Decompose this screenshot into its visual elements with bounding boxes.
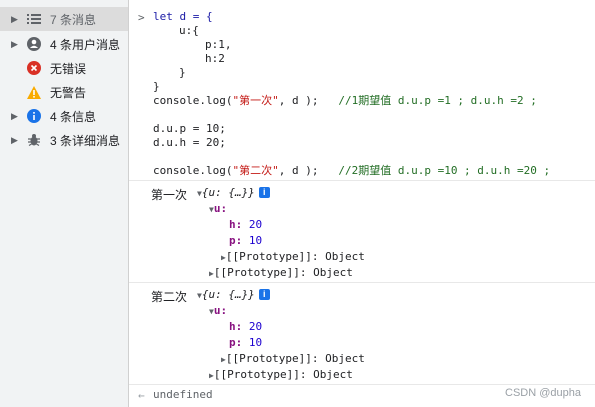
property-key: p: (229, 336, 243, 349)
info-icon (27, 109, 41, 123)
code-line: let d = { (153, 10, 213, 23)
code-line: d.u.h = 20; (153, 136, 226, 149)
error-icon (27, 61, 41, 75)
property-value: 10 (248, 234, 263, 247)
sidebar-item-label: 无警告 (50, 85, 87, 100)
object-preview[interactable]: ▼{u: {…}} i (197, 288, 270, 301)
list-icon (27, 12, 41, 26)
code-string: "第一次" (232, 94, 279, 107)
code-line: h:2 (205, 52, 225, 65)
prototype-row[interactable]: ▶[[Prototype]]: Object (209, 266, 353, 279)
property-key: h: (229, 320, 243, 333)
sidebar-item-label: 7 条消息 (50, 12, 97, 27)
code-line: console.log("第一次", d ); //1期望值 d.u.p =1 … (153, 94, 537, 108)
code-fn: console.log( (153, 164, 233, 177)
property-value: 20 (248, 218, 263, 231)
object-preview-text: {u: {…}} (201, 288, 255, 301)
prototype-text: [[Prototype]]: Object (213, 266, 353, 279)
prototype-row[interactable]: ▶[[Prototype]]: Object (221, 250, 365, 263)
chevron-right-icon: ▶ (11, 134, 18, 145)
prototype-text: [[Prototype]]: Object (213, 368, 353, 381)
code-line: } (179, 66, 186, 79)
sidebar-item-messages[interactable]: ▶ 7 条消息 (0, 7, 128, 31)
prototype-text: [[Prototype]]: Object (225, 352, 365, 365)
prototype-text: [[Prototype]]: Object (225, 250, 365, 263)
code-fn: console.log( (153, 94, 233, 107)
divider (129, 384, 595, 385)
code-line: u:{ (179, 24, 199, 37)
sidebar-item-verbose[interactable]: ▶ 3 条详细消息 (0, 128, 128, 152)
sidebar-item-label: 4 条信息 (50, 109, 97, 124)
return-value: undefined (153, 388, 213, 401)
user-icon (27, 37, 41, 51)
sidebar-item-label: 3 条详细消息 (50, 133, 121, 148)
object-property-u[interactable]: ▼u: (209, 304, 227, 317)
chevron-right-icon: ▶ (11, 13, 18, 24)
property-value: 10 (248, 336, 263, 349)
code-line: } (153, 80, 160, 93)
code-comment: //1期望值 d.u.p =1 ; d.u.h =2 ; (338, 94, 537, 107)
object-property-p: p: 10 (229, 234, 262, 247)
log-label: 第二次 (151, 290, 188, 304)
object-property-p: p: 10 (229, 336, 262, 349)
code-line: p:1, (205, 38, 232, 51)
sidebar-item-label: 无错误 (50, 61, 87, 76)
code-rest: , d ); (278, 164, 339, 177)
code-comment: //2期望值 d.u.p =10 ; d.u.h =20 ; (338, 164, 551, 177)
code-rest: , d ); (278, 94, 339, 107)
log-label: 第一次 (151, 188, 188, 202)
info-icon[interactable]: i (258, 187, 270, 198)
bug-icon (27, 133, 41, 147)
prototype-row[interactable]: ▶[[Prototype]]: Object (221, 352, 365, 365)
chevron-right-icon: ▶ (11, 38, 18, 49)
watermark: CSDN @dupha (505, 387, 581, 399)
prototype-row[interactable]: ▶[[Prototype]]: Object (209, 368, 353, 381)
prompt-chevron-icon: > (138, 11, 145, 24)
property-key: p: (229, 234, 243, 247)
object-preview[interactable]: ▼{u: {…}} i (197, 186, 270, 199)
sidebar-item-warnings[interactable]: 无警告 (0, 80, 128, 104)
property-key: h: (229, 218, 243, 231)
object-property-h: h: 20 (229, 320, 262, 333)
chevron-right-icon: ▶ (11, 110, 18, 121)
divider (129, 282, 595, 283)
info-icon[interactable]: i (258, 289, 270, 300)
console-sidebar: ▶ 7 条消息 ▶ 4 条用户消息 无错误 无警告 ▶ 4 条信息 ▶ 3 条详… (0, 0, 129, 407)
sidebar-item-info[interactable]: ▶ 4 条信息 (0, 104, 128, 128)
return-arrow-icon: ← (138, 389, 145, 402)
sidebar-item-errors[interactable]: 无错误 (0, 56, 128, 80)
sidebar-item-user-messages[interactable]: ▶ 4 条用户消息 (0, 32, 128, 56)
divider (129, 180, 595, 181)
object-property-u[interactable]: ▼u: (209, 202, 227, 215)
object-preview-text: {u: {…}} (201, 186, 255, 199)
code-line: d.u.p = 10; (153, 122, 226, 135)
sidebar-item-label: 4 条用户消息 (50, 37, 121, 52)
object-property-h: h: 20 (229, 218, 262, 231)
warning-icon (27, 85, 41, 99)
property-key: u: (213, 202, 228, 215)
property-value: 20 (248, 320, 263, 333)
code-line: console.log("第二次", d ); //2期望值 d.u.p =10… (153, 164, 550, 178)
console-panel: > let d = { u:{ p:1, h:2 } } console.log… (129, 0, 595, 407)
code-string: "第二次" (232, 164, 279, 177)
property-key: u: (213, 304, 228, 317)
